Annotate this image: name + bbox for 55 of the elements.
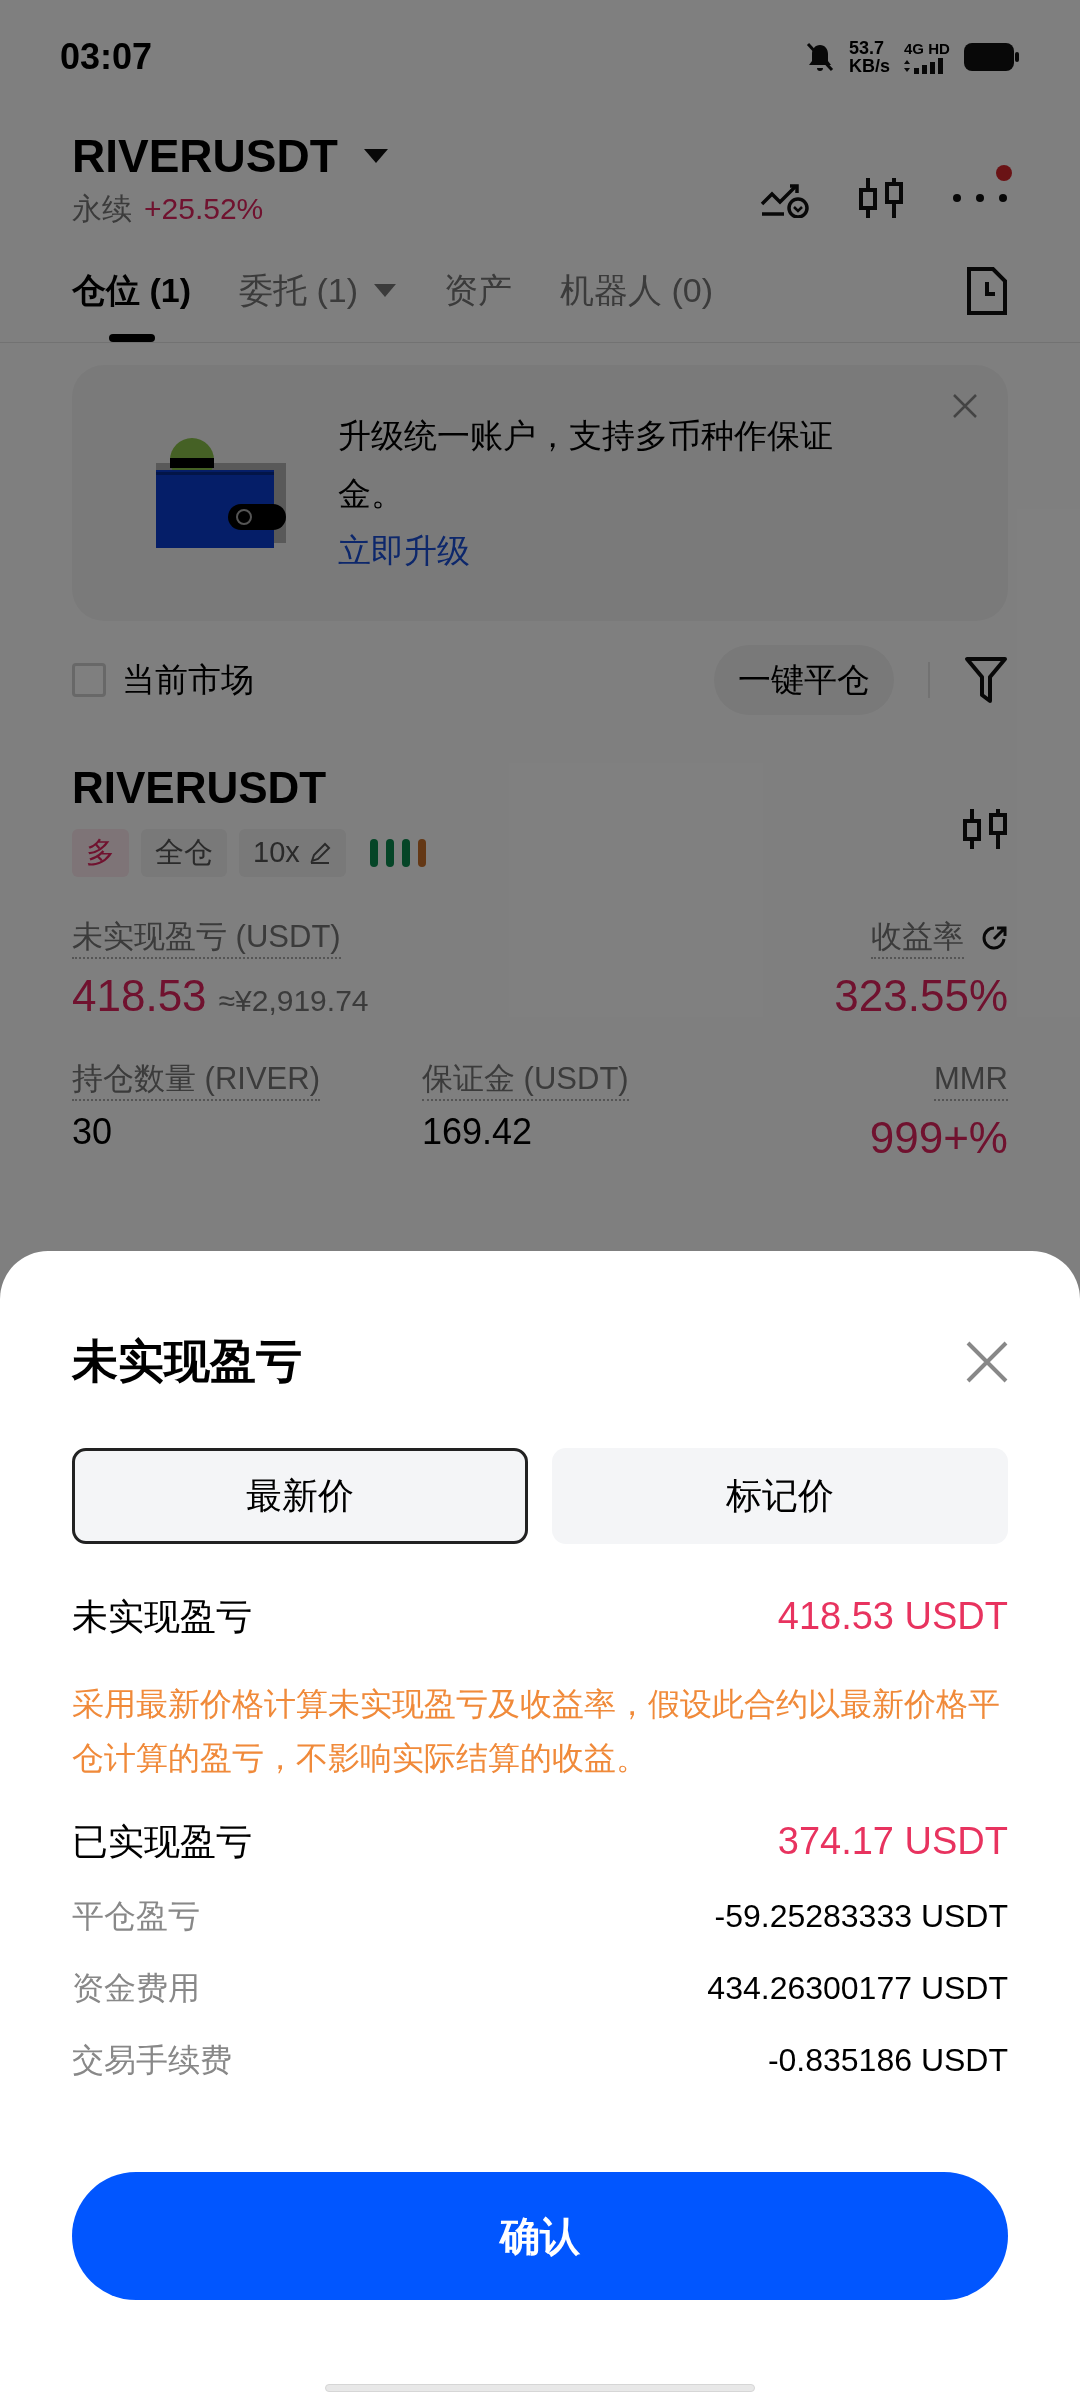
status-time: 03:07: [60, 35, 153, 79]
symbol-selector[interactable]: RIVERUSDT: [72, 128, 388, 184]
row-label: 已实现盈亏: [72, 1819, 252, 1864]
tab[interactable]: 资产: [444, 265, 512, 342]
share-icon[interactable]: [980, 924, 1008, 952]
metric-value: 999+%: [869, 1112, 1008, 1164]
checkbox-label: 当前市场: [122, 660, 254, 701]
position-tag: 全仓: [141, 829, 227, 877]
close-icon[interactable]: [966, 1340, 1008, 1383]
metric-label: MMR: [933, 1059, 1008, 1101]
metric-value: 169.42: [422, 1110, 533, 1154]
row-value: -59.25283333 USDT: [714, 1897, 1008, 1936]
dropdown-caret-icon: [363, 149, 388, 163]
metric-value: 30: [72, 1110, 113, 1154]
metric-value: 418.53: [72, 970, 207, 1022]
position-tag: 多: [72, 829, 129, 877]
fiat-value: ≈¥2,919.74: [218, 983, 369, 1019]
network-type: 4G HD: [904, 40, 950, 58]
sheet-title: 未实现盈亏: [72, 1334, 302, 1389]
metric-value: 323.55%: [834, 970, 1008, 1022]
pencil-icon: [307, 841, 332, 865]
more-icon[interactable]: [952, 193, 1008, 203]
leverage-button[interactable]: 10x: [239, 829, 346, 877]
row-label: 未实现盈亏: [72, 1594, 252, 1639]
info-note: 采用最新价格计算未实现盈亏及收益率，假设此合约以最新价格平仓计算的盈亏，不影响实际结算的收益。: [72, 1685, 1001, 1778]
tab[interactable]: 机器人 (0): [560, 265, 713, 342]
confirm-button[interactable]: 确认: [72, 2172, 1008, 2300]
metric-label: 收益率: [871, 917, 964, 959]
banner-text: 升级统一账户，支持多币种作保证金。: [338, 416, 834, 514]
price-type-tab[interactable]: 最新价: [72, 1448, 528, 1544]
row-label: 交易手续费: [72, 2041, 232, 2080]
row-value: 418.53 USDT: [777, 1594, 1008, 1639]
filter-icon[interactable]: [964, 655, 1008, 705]
mute-bell-icon: [805, 41, 835, 73]
adl-level-icon: [367, 839, 428, 867]
order-history-icon[interactable]: [966, 266, 1008, 316]
metric-label: 未实现盈亏 (USDT): [72, 917, 341, 959]
metric-label: 持仓数量 (RIVER): [72, 1059, 320, 1101]
network-speed: 53.7 KB/s: [849, 39, 890, 75]
metric-label: 保证金 (USDT): [422, 1059, 629, 1101]
price-type-tab[interactable]: 标记价: [552, 1448, 1008, 1544]
price-change: +25.52%: [144, 191, 264, 227]
row-label: 平仓盈亏: [72, 1897, 200, 1936]
upgrade-link[interactable]: 立即升级: [338, 523, 898, 579]
contract-type: 永续: [72, 191, 132, 227]
position-symbol: RIVERUSDT: [72, 762, 328, 814]
tab[interactable]: 仓位 (1): [72, 265, 191, 342]
row-value: -0.835186 USDT: [767, 2041, 1008, 2080]
tab[interactable]: 委托 (1): [239, 265, 396, 342]
row-value: 434.26300177 USDT: [707, 1969, 1008, 2008]
dropdown-caret-icon: [374, 284, 396, 297]
row-value: 374.17 USDT: [777, 1819, 1008, 1864]
battery-icon: [964, 42, 1020, 72]
close-all-button[interactable]: 一键平仓: [714, 645, 894, 715]
row-label: 资金费用: [72, 1969, 200, 2008]
